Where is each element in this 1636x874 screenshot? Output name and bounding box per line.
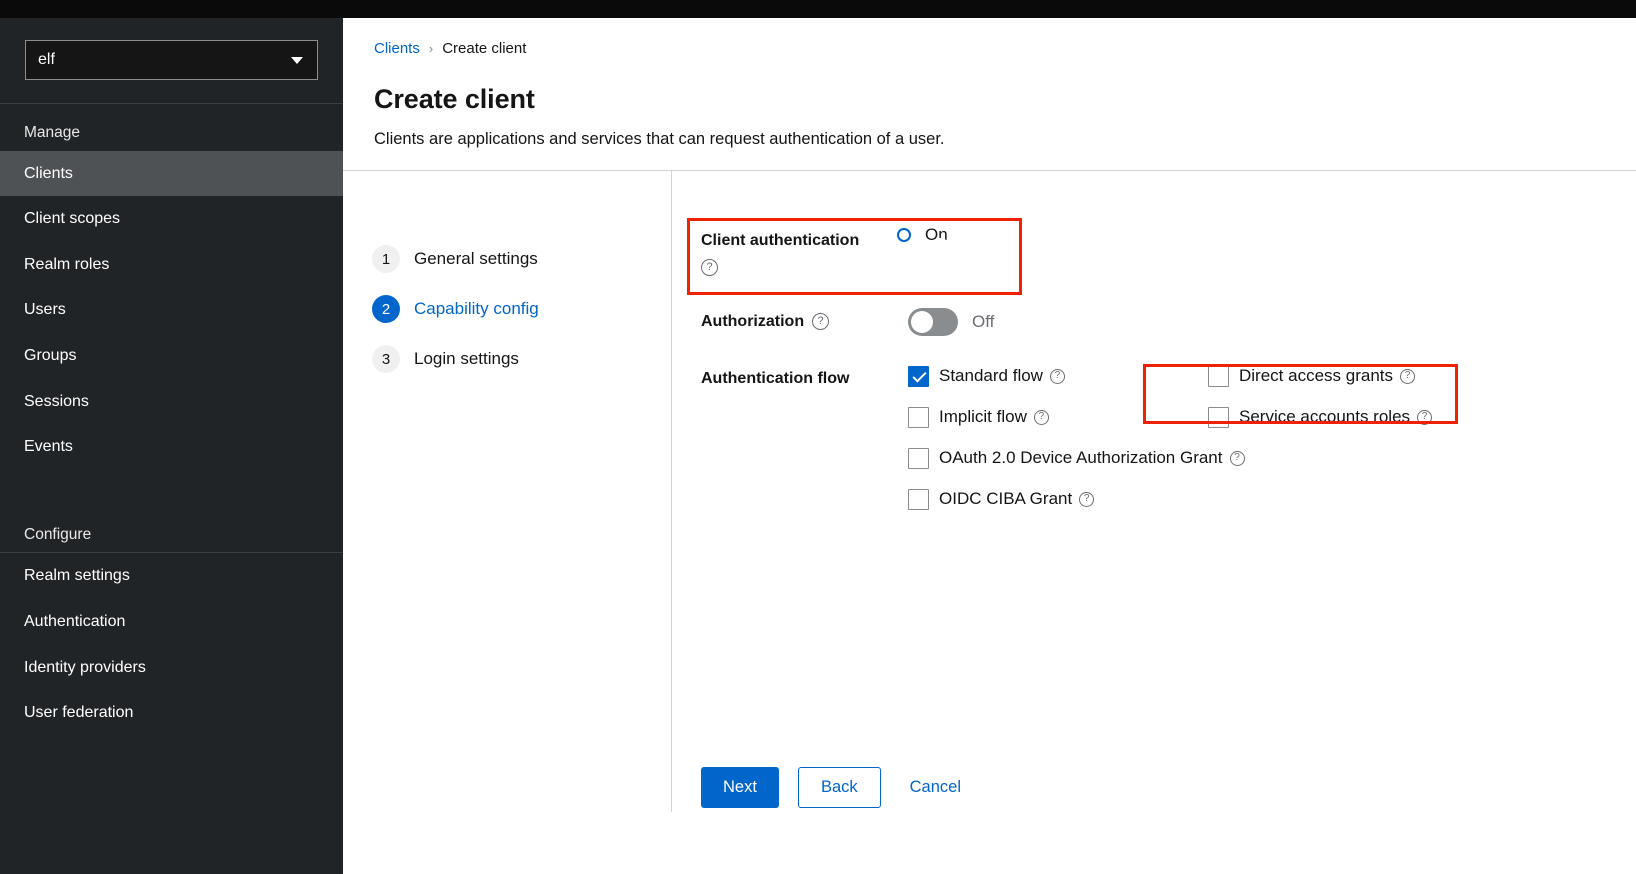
checkbox-oidc-ciba-grant[interactable]: OIDC CIBA Grant ? [908, 488, 1208, 510]
sidebar-item-groups[interactable]: Groups [0, 333, 343, 379]
page-header: Clients › Create client Create client Cl… [343, 18, 1636, 150]
nav-list-configure: Realm settings Authentication Identity p… [0, 553, 343, 735]
next-button[interactable]: Next [701, 767, 779, 808]
back-button[interactable]: Back [797, 767, 881, 808]
wizard-step-general-settings[interactable]: 1 General settings [372, 245, 671, 273]
authentication-flow-left-column: Standard flow ? Implicit flow ? OAuth 2.… [908, 365, 1245, 530]
main-content: Clients › Create client Create client Cl… [343, 18, 1636, 874]
authorization-state-text: Off [972, 312, 995, 332]
authorization-label: Authorization [701, 312, 805, 330]
checkbox-label: OIDC CIBA Grant ? [939, 488, 1095, 509]
sidebar-item-realm-roles[interactable]: Realm roles [0, 242, 343, 288]
cancel-button[interactable]: Cancel [900, 767, 971, 808]
checkbox-label-text: OAuth 2.0 Device Authorization Grant [939, 447, 1223, 467]
realm-selector[interactable]: elf [25, 40, 318, 80]
sidebar-item-sessions[interactable]: Sessions [0, 379, 343, 425]
create-client-wizard: 1 General settings 2 Capability config 3… [343, 171, 1636, 874]
wizard-steps: 1 General settings 2 Capability config 3… [343, 171, 671, 874]
checkbox-label: OAuth 2.0 Device Authorization Grant ? [939, 448, 1245, 468]
wizard-action-buttons: Next Back Cancel [701, 767, 971, 808]
client-authentication-toggle-focus-ring [897, 227, 951, 260]
realm-selector-value: elf [38, 51, 55, 68]
step-number-2: 2 [372, 295, 400, 323]
nav-section-title-manage: Manage [24, 124, 81, 141]
step-label-general-settings: General settings [414, 248, 538, 268]
realm-selector-wrapper: elf [0, 18, 343, 103]
checkbox-box[interactable] [1208, 365, 1229, 387]
checkbox-label-text: Service accounts roles [1239, 406, 1411, 426]
checkbox-standard-flow[interactable]: Standard flow ? [908, 365, 1208, 387]
checkbox-box[interactable] [908, 406, 929, 428]
checkbox-label: Direct access grants ? [1239, 366, 1415, 386]
wizard-step-login-settings[interactable]: 3 Login settings [372, 345, 671, 373]
top-masthead-bar [0, 0, 1636, 18]
breadcrumb-separator-icon: › [428, 41, 434, 57]
question-circle-icon[interactable]: ? [1400, 368, 1415, 384]
question-circle-icon[interactable]: ? [812, 313, 830, 331]
checkbox-box[interactable] [908, 488, 929, 510]
checkbox-box[interactable] [908, 447, 929, 469]
checkbox-box[interactable] [1208, 406, 1229, 428]
toggle-knob [929, 237, 951, 260]
sidebar-item-clients[interactable]: Clients [0, 150, 343, 197]
breadcrumb-current: Create client [442, 40, 527, 57]
checkbox-oauth-device-authorization-grant[interactable]: OAuth 2.0 Device Authorization Grant ? [908, 447, 1245, 469]
client-authentication-label-stack: Client authentication ? [701, 226, 897, 276]
checkbox-service-accounts-roles[interactable]: Service accounts roles ? [1208, 406, 1508, 428]
sidebar-item-events[interactable]: Events [0, 424, 343, 470]
sidebar-item-realm-settings[interactable]: Realm settings [0, 553, 343, 599]
authentication-flow-right-column: Direct access grants ? Service accounts … [1208, 365, 1508, 530]
sidebar-nav: elf Manage Clients Client scopes Realm r… [0, 18, 343, 874]
sidebar-item-authentication[interactable]: Authentication [0, 599, 343, 645]
breadcrumb: Clients › Create client [374, 40, 1636, 58]
nav-section-title-configure: Configure [24, 525, 92, 543]
step-label-capability-config: Capability config [414, 298, 539, 318]
checkbox-label: Service accounts roles ? [1239, 406, 1433, 427]
question-circle-icon[interactable]: ? [1049, 368, 1065, 384]
capability-config-form: Client authentication ? On Authorization… [672, 171, 1636, 874]
checkbox-label: Standard flow ? [939, 366, 1065, 386]
toggle-knob [911, 310, 933, 333]
question-circle-icon[interactable]: ? [1079, 491, 1095, 507]
step-number-1: 1 [372, 245, 400, 273]
field-authorization: Authorization ? Off [701, 307, 1636, 336]
authorization-toggle[interactable] [908, 307, 958, 336]
client-authentication-control: On [897, 226, 951, 260]
step-label-login-settings: Login settings [414, 348, 519, 368]
checkbox-direct-access-grants[interactable]: Direct access grants ? [1208, 365, 1508, 387]
checkbox-label-text: Direct access grants [1239, 365, 1393, 385]
sidebar-item-users[interactable]: Users [0, 287, 343, 333]
page-title: Create client [374, 84, 535, 114]
sidebar-item-client-scopes[interactable]: Client scopes [0, 196, 343, 242]
step-number-3: 3 [372, 345, 400, 373]
sidebar-item-identity-providers[interactable]: Identity providers [0, 645, 343, 691]
authentication-flow-label: Authentication flow [701, 369, 850, 387]
question-circle-icon[interactable]: ? [701, 258, 718, 276]
checkbox-label: Implicit flow ? [939, 407, 1049, 427]
checkbox-box[interactable] [908, 365, 929, 387]
checkbox-label-text: Standard flow [939, 365, 1043, 385]
question-circle-icon[interactable]: ? [1033, 409, 1049, 425]
checkbox-label-text: Implicit flow [939, 406, 1027, 426]
authorization-label-group: Authorization ? [701, 311, 897, 333]
checkbox-implicit-flow[interactable]: Implicit flow ? [908, 406, 1208, 428]
page-subtitle: Clients are applications and services th… [374, 129, 945, 148]
authorization-control: Off [908, 307, 995, 336]
field-authentication-flow: Authentication flow Standard flow ? Impl… [701, 365, 1636, 530]
wizard-step-capability-config[interactable]: 2 Capability config [372, 295, 671, 323]
breadcrumb-link-clients[interactable]: Clients [374, 40, 420, 58]
sidebar-item-user-federation[interactable]: User federation [0, 690, 343, 736]
keycloak-admin-console: elf Manage Clients Client scopes Realm r… [0, 0, 1636, 874]
client-authentication-label: Client authentication [701, 232, 860, 249]
authentication-flow-columns: Standard flow ? Implicit flow ? OAuth 2.… [908, 365, 1508, 530]
chevron-down-icon [291, 56, 303, 64]
checkbox-label-text: OIDC CIBA Grant [939, 488, 1073, 508]
question-circle-icon[interactable]: ? [1417, 409, 1433, 425]
nav-list-manage: Clients Client scopes Realm roles Users … [0, 150, 343, 470]
field-client-authentication: Client authentication ? On [701, 226, 1636, 276]
